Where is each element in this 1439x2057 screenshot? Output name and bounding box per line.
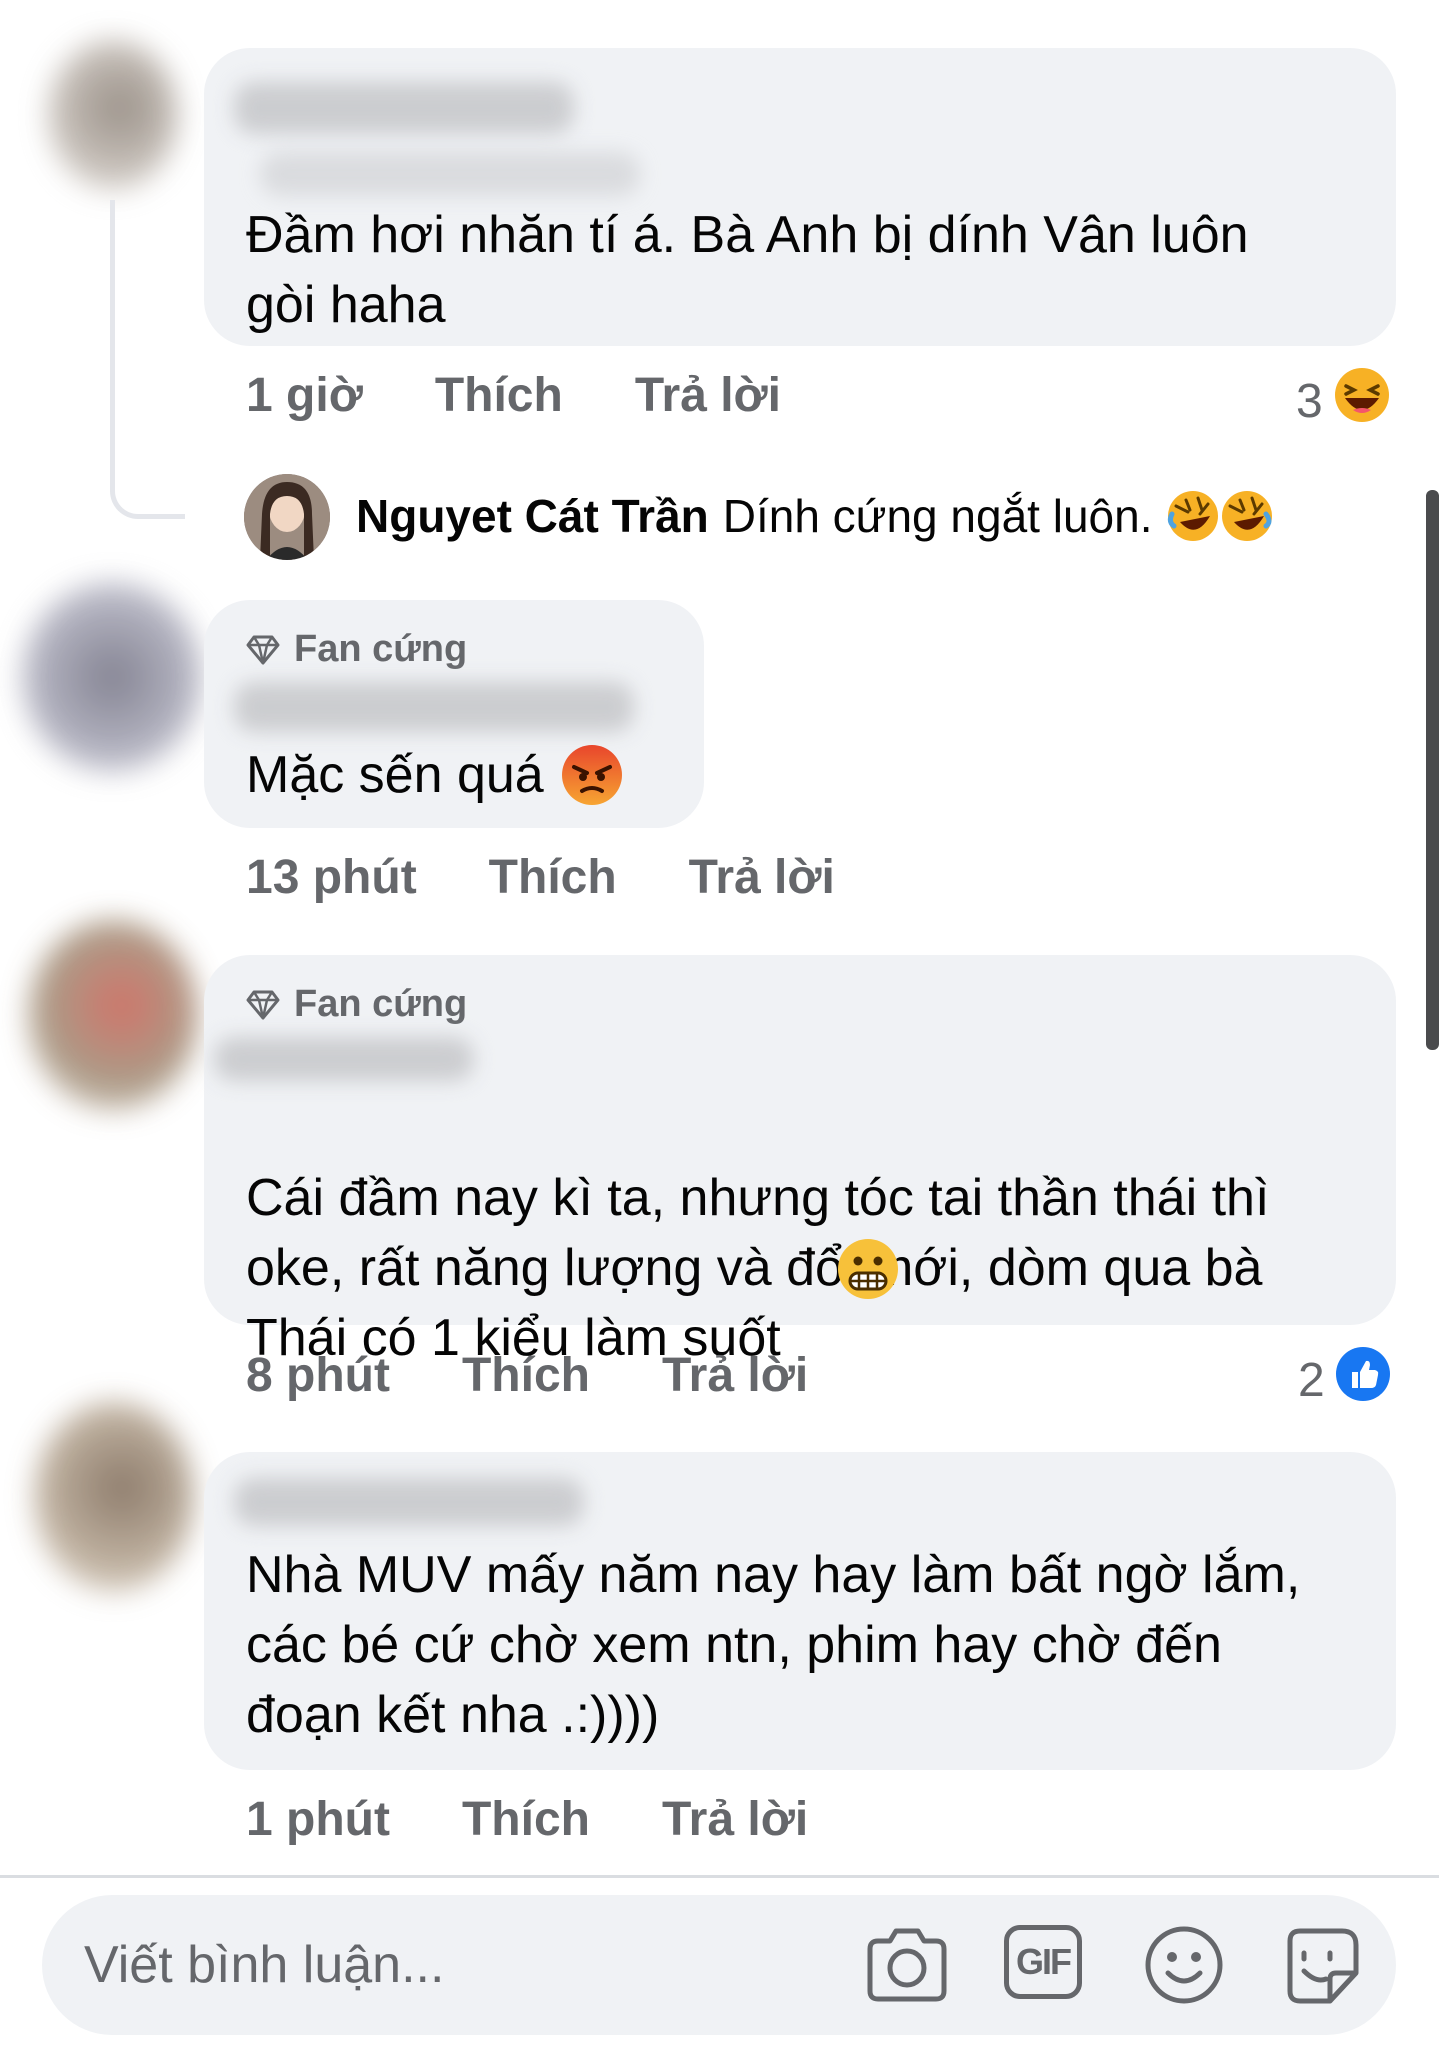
reply-button[interactable]: Trả lời	[662, 1792, 808, 1847]
like-button[interactable]: Thích	[489, 850, 617, 905]
scrollbar[interactable]	[1426, 490, 1439, 1050]
top-fan-badge: Fan cứng	[246, 628, 467, 671]
rolling-laughing-emoji-icon	[1166, 488, 1274, 544]
avatar[interactable]	[34, 1402, 194, 1592]
comment-time[interactable]: 8 phút	[246, 1348, 390, 1403]
reply-text: Dính cứng ngắt luôn.	[722, 490, 1153, 542]
gif-icon[interactable]: GIF	[1004, 1925, 1082, 1999]
camera-icon[interactable]	[864, 1923, 950, 2012]
comment-input[interactable]: Viết bình luận...	[84, 1935, 444, 1995]
sticker-icon[interactable]	[1280, 1923, 1366, 2014]
like-button[interactable]: Thích	[462, 1348, 590, 1403]
author-name	[234, 82, 574, 134]
avatar[interactable]	[22, 582, 202, 772]
comment-actions: 8 phút Thích Trả lời	[246, 1348, 880, 1403]
angry-emoji-icon	[560, 743, 624, 807]
reply-author[interactable]: Nguyet Cát Trần	[356, 488, 709, 544]
comment-bubble[interactable]: Nhà MUV mấy năm nay hay làm bất ngờ lắm,…	[204, 1452, 1396, 1770]
comment-bubble[interactable]: Đầm hơi nhăn tí á. Bà Anh bị dính Vân lu…	[204, 48, 1396, 346]
reply-button[interactable]: Trả lời	[689, 850, 835, 905]
diamond-icon	[246, 635, 280, 664]
like-button[interactable]: Thích	[435, 368, 563, 423]
grimacing-emoji-icon	[836, 1237, 900, 1306]
comment-actions: 13 phút Thích Trả lời	[246, 850, 907, 905]
comment-composer[interactable]: Viết bình luận... GIF	[42, 1895, 1396, 2035]
comment-bubble[interactable]: Fan cứng Mặc sến quá	[204, 600, 704, 828]
author-name-shadow	[260, 152, 640, 196]
top-fan-badge: Fan cứng	[246, 983, 467, 1026]
comment-time[interactable]: 13 phút	[246, 850, 417, 905]
reaction-count: 3	[1296, 374, 1323, 428]
like-button[interactable]: Thích	[462, 1792, 590, 1847]
reply-button[interactable]: Trả lời	[662, 1348, 808, 1403]
comment-bubble[interactable]: Fan cứng Cái đầm nay kì ta, nhưng tóc ta…	[204, 955, 1396, 1367]
comment-time[interactable]: 1 phút	[246, 1792, 390, 1847]
diamond-icon	[246, 990, 280, 1019]
avatar[interactable]	[28, 920, 198, 1110]
author-name	[214, 1037, 474, 1081]
reaction-summary[interactable]: 3	[1296, 366, 1391, 436]
divider	[0, 1875, 1439, 1878]
badge-label: Fan cứng	[294, 628, 468, 670]
comment-text-content: Mặc sến quá	[246, 746, 544, 804]
reaction-summary[interactable]: 2	[1298, 1346, 1391, 1414]
avatar[interactable]	[48, 40, 178, 190]
comment-text: Đầm hơi nhăn tí á. Bà Anh bị dính Vân lu…	[246, 206, 1249, 334]
author-name	[234, 1478, 584, 1526]
reply-avatar[interactable]	[244, 474, 330, 560]
emoji-icon[interactable]	[1142, 1923, 1226, 2012]
reply-line: Nguyet Cát Trần Dính cứng ngắt luôn.	[356, 488, 1274, 544]
comment-actions: 1 giờ Thích Trả lời	[246, 368, 853, 423]
reaction-count: 2	[1298, 1353, 1325, 1407]
like-icon	[1335, 1346, 1391, 1414]
comment-text: Cái đầm nay kì ta, nhưng tóc tai thần th…	[246, 1093, 1376, 1373]
gif-label: GIF	[1016, 1941, 1072, 1982]
comment-text: Nhà MUV mấy năm nay hay làm bất ngờ lắm,…	[246, 1546, 1301, 1744]
reply-button[interactable]: Trả lời	[635, 368, 781, 423]
comment-time[interactable]: 1 giờ	[246, 368, 363, 423]
comment-actions: 1 phút Thích Trả lời	[246, 1792, 880, 1847]
reply-thread-line	[110, 200, 185, 519]
author-name	[234, 682, 634, 732]
comment-text-content: Cái đầm nay kì ta, nhưng tóc tai thần th…	[246, 1169, 1270, 1367]
comment-text: Mặc sến quá	[246, 740, 706, 810]
haha-emoji-icon	[1333, 366, 1391, 436]
badge-label: Fan cứng	[294, 983, 468, 1025]
